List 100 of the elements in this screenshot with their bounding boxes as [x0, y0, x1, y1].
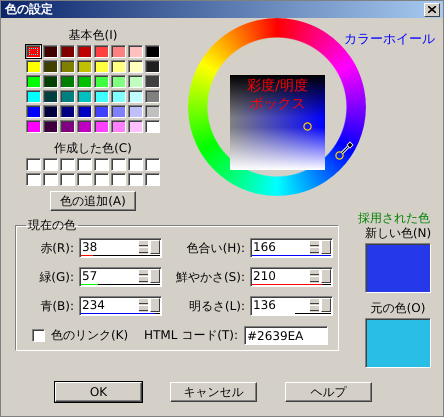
color-swatch[interactable] — [145, 158, 160, 171]
color-swatch[interactable] — [60, 90, 75, 103]
color-swatch[interactable] — [128, 60, 143, 73]
color-swatch[interactable] — [94, 120, 109, 133]
wheel-title: カラーホイール — [344, 31, 435, 48]
color-swatch[interactable] — [43, 173, 58, 186]
dialog-button[interactable]: キャンセル — [170, 382, 257, 402]
color-swatch[interactable] — [26, 120, 41, 133]
checkbox-label: 色のリンク(K) — [51, 328, 128, 343]
spin-box[interactable]: 166 — [250, 238, 333, 258]
field-label: HTML コード(T): — [144, 327, 238, 344]
link-checkbox[interactable] — [32, 329, 45, 342]
color-swatch[interactable] — [128, 45, 143, 58]
color-swatch[interactable] — [60, 75, 75, 88]
ring-icon[interactable] — [303, 122, 312, 131]
color-swatch[interactable] — [26, 60, 41, 73]
color-swatch[interactable] — [77, 60, 92, 73]
color-swatch[interactable] — [94, 105, 109, 118]
color-swatch[interactable] — [77, 75, 92, 88]
color-swatch[interactable] — [128, 90, 143, 103]
dialog-button[interactable]: OK — [55, 382, 142, 402]
html-code-field[interactable]: #2639EA — [244, 326, 328, 345]
color-swatch[interactable] — [60, 105, 75, 118]
color-swatch[interactable] — [77, 173, 92, 186]
color-swatch[interactable] — [43, 90, 58, 103]
color-swatch[interactable] — [26, 90, 41, 103]
color-swatch[interactable] — [145, 173, 160, 186]
color-swatch[interactable] — [26, 105, 41, 118]
color-swatch[interactable] — [43, 75, 58, 88]
color-swatch[interactable] — [43, 45, 58, 58]
color-swatch[interactable] — [26, 45, 41, 58]
color-swatch[interactable] — [128, 120, 143, 133]
color-swatch[interactable] — [111, 120, 126, 133]
dialog-button[interactable]: ヘルプ — [285, 382, 372, 402]
spin-buttons[interactable] — [139, 269, 148, 283]
dropdown-button[interactable] — [150, 240, 160, 254]
color-swatch[interactable] — [60, 60, 75, 73]
dropdown-button[interactable] — [321, 269, 331, 283]
color-swatch[interactable] — [145, 105, 160, 118]
color-swatch[interactable] — [77, 158, 92, 171]
color-swatch[interactable] — [26, 75, 41, 88]
color-swatch[interactable] — [128, 158, 143, 171]
color-swatch[interactable] — [145, 120, 160, 133]
color-swatch[interactable] — [145, 90, 160, 103]
color-swatch[interactable] — [77, 120, 92, 133]
spin-box[interactable]: 136 — [250, 296, 333, 316]
color-swatch[interactable] — [60, 158, 75, 171]
color-swatch[interactable] — [94, 173, 109, 186]
color-swatch[interactable] — [111, 60, 126, 73]
color-swatch[interactable] — [77, 45, 92, 58]
spin-box[interactable]: 210 — [250, 267, 333, 287]
color-swatch[interactable] — [26, 158, 41, 171]
color-swatch[interactable] — [128, 105, 143, 118]
color-swatch[interactable] — [94, 90, 109, 103]
spin-box[interactable]: 234 — [79, 296, 162, 316]
spin-buttons[interactable] — [310, 298, 319, 312]
color-swatch[interactable] — [77, 90, 92, 103]
color-swatch[interactable] — [60, 45, 75, 58]
color-swatch[interactable] — [111, 158, 126, 171]
color-swatch[interactable] — [60, 173, 75, 186]
dropdown-button[interactable] — [150, 298, 160, 312]
color-swatch[interactable] — [43, 120, 58, 133]
box-label: ボックス — [248, 96, 306, 113]
color-swatch[interactable] — [111, 173, 126, 186]
spin-buttons[interactable] — [139, 298, 148, 312]
spin-box[interactable]: 38 — [79, 238, 162, 258]
color-swatch[interactable] — [145, 45, 160, 58]
color-swatch[interactable] — [94, 158, 109, 171]
dropdown-button[interactable] — [321, 298, 331, 312]
swatch-label: 新しい色(N) — [364, 226, 432, 241]
field-label: 明るさ(L): — [188, 298, 245, 314]
color-swatch[interactable] — [128, 173, 143, 186]
color-swatch[interactable] — [60, 120, 75, 133]
color-swatch[interactable] — [43, 105, 58, 118]
old-color-swatch[interactable] — [365, 318, 431, 368]
color-swatch[interactable] — [128, 75, 143, 88]
color-swatch[interactable] — [111, 105, 126, 118]
add-color-button[interactable]: 色の追加(A) — [50, 191, 136, 211]
color-swatch[interactable] — [111, 75, 126, 88]
color-swatch[interactable] — [94, 75, 109, 88]
color-swatch[interactable] — [77, 105, 92, 118]
color-swatch[interactable] — [26, 173, 41, 186]
dropdown-button[interactable] — [321, 240, 331, 254]
color-swatch[interactable] — [43, 60, 58, 73]
field-label: 鮮やかさ(S): — [174, 268, 245, 286]
color-swatch[interactable] — [94, 60, 109, 73]
color-swatch[interactable] — [94, 45, 109, 58]
color-swatch[interactable] — [145, 75, 160, 88]
dropdown-button[interactable] — [150, 269, 160, 283]
color-swatch[interactable] — [111, 90, 126, 103]
spin-buttons[interactable] — [310, 240, 319, 254]
color-swatch[interactable] — [43, 158, 58, 171]
color-swatch[interactable] — [145, 60, 160, 73]
eyedropper-icon[interactable] — [335, 140, 355, 160]
color-swatch[interactable] — [111, 45, 126, 58]
saturation-brightness-box[interactable] — [230, 75, 325, 170]
spin-buttons[interactable] — [310, 269, 319, 283]
spin-box[interactable]: 57 — [79, 267, 162, 287]
close-button[interactable] — [424, 2, 440, 16]
spin-buttons[interactable] — [139, 240, 148, 254]
